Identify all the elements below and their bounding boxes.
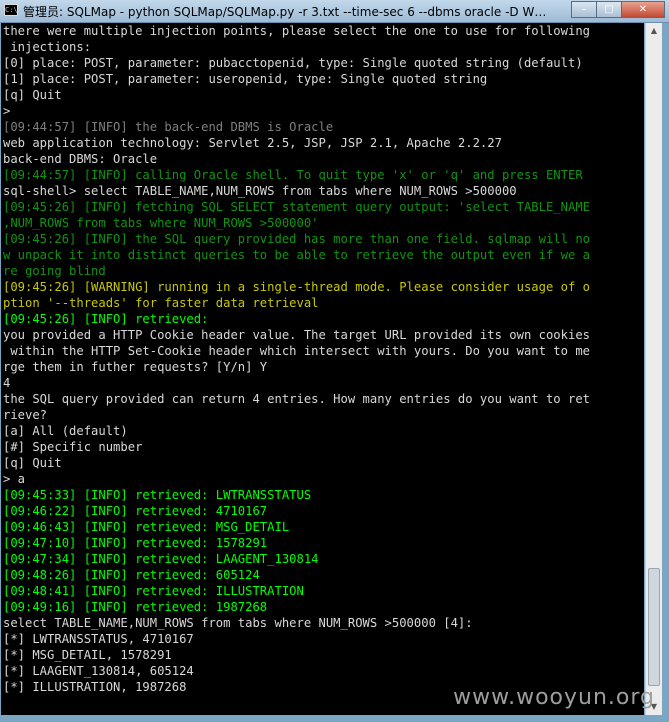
console-line: injections: (3, 40, 92, 54)
console-line: re going blind (3, 264, 106, 278)
console-line: [09:47:34] [INFO] retrieved: LAAGENT_130… (3, 552, 319, 566)
window-frame-bottom (0, 715, 669, 722)
cmd-icon: C:\ (4, 4, 18, 16)
console-line: [09:48:41] [INFO] retrieved: ILLUSTRATIO… (3, 584, 304, 598)
console-line: [09:44:57] [INFO] the back-end DBMS is O… (3, 120, 334, 134)
console-line: 4 (3, 376, 11, 390)
console-line: back-end DBMS: Oracle (3, 152, 158, 166)
console-line: > (3, 104, 11, 118)
console-line: [09:46:22] [INFO] retrieved: 4710167 (3, 504, 268, 518)
console-line: there were multiple injection points, pl… (3, 24, 590, 38)
console-line: ,NUM_ROWS from tabs where NUM_ROWS >5000… (3, 216, 319, 230)
console-line: [09:45:26] [WARNING] running in a single… (3, 280, 590, 294)
vertical-scrollbar[interactable]: ▲ ▼ (645, 23, 662, 715)
console-line: [#] Specific number (3, 440, 143, 454)
console-line: [09:49:16] [INFO] retrieved: 1987268 (3, 600, 268, 614)
scrollbar-thumb[interactable] (648, 568, 660, 686)
console-line: ption '--threads' for faster data retrie… (3, 296, 319, 310)
console-window: C:\ 管理员: SQLMap - python SQLMap/SQLMap.p… (0, 0, 669, 722)
console-line: within the HTTP Set-Cookie header which … (3, 344, 590, 358)
console-line: rieve? (3, 408, 48, 422)
console-line: [q] Quit (3, 456, 62, 470)
console-line: [09:45:26] [INFO] the SQL query provided… (3, 232, 590, 246)
console-line: > a (3, 472, 26, 486)
console-line: [09:45:26] [INFO] fetching SQL SELECT st… (3, 200, 590, 214)
console-line: [a] All (default) (3, 424, 128, 438)
console-output[interactable]: there were multiple injection points, pl… (1, 23, 644, 715)
console-line: select TABLE_NAME,NUM_ROWS from tabs whe… (3, 616, 473, 630)
console-line: the SQL query provided can return 4 entr… (3, 392, 590, 406)
console-line: sql-shell> select TABLE_NAME,NUM_ROWS fr… (3, 184, 517, 198)
console-line: [*] LAAGENT_130814, 605124 (3, 664, 194, 678)
console-line: [09:45:33] [INFO] retrieved: LWTRANSSTAT… (3, 488, 312, 502)
console-line: [*] MSG_DETAIL, 1578291 (3, 648, 172, 662)
console-line: [09:45:26] [INFO] retrieved: (3, 312, 209, 326)
window-controls: – □ ✕ (571, 1, 665, 18)
console-line: [09:47:10] [INFO] retrieved: 1578291 (3, 536, 268, 550)
close-button[interactable]: ✕ (621, 1, 665, 18)
console-line: web application technology: Servlet 2.5,… (3, 136, 502, 150)
scroll-up-icon[interactable]: ▲ (647, 24, 661, 38)
console-line: [*] LWTRANSSTATUS, 4710167 (3, 632, 194, 646)
console-line: w unpack it into distinct queries to be … (3, 248, 590, 262)
maximize-button[interactable]: □ (596, 1, 622, 18)
console-line: [1] place: POST, parameter: useropenid, … (3, 72, 488, 86)
console-line: rge them in futher requests? [Y/n] Y (3, 360, 268, 374)
console-line: [09:46:43] [INFO] retrieved: MSG_DETAIL (3, 520, 290, 534)
watermark: www.wooyun.org (453, 685, 655, 710)
console-line: [09:44:57] [INFO] calling Oracle shell. … (3, 168, 583, 182)
console-line: [0] place: POST, parameter: pubacctopeni… (3, 56, 583, 70)
window-frame-right (662, 23, 669, 722)
minimize-button[interactable]: – (571, 1, 597, 18)
console-line: you provided a HTTP Cookie header value.… (3, 328, 590, 342)
console-line: [q] Quit (3, 88, 62, 102)
console-line: [09:48:26] [INFO] retrieved: 605124 (3, 568, 260, 582)
title-bar[interactable]: C:\ 管理员: SQLMap - python SQLMap/SQLMap.p… (0, 0, 669, 23)
window-title: 管理员: SQLMap - python SQLMap/SQLMap.py -r… (23, 5, 548, 19)
